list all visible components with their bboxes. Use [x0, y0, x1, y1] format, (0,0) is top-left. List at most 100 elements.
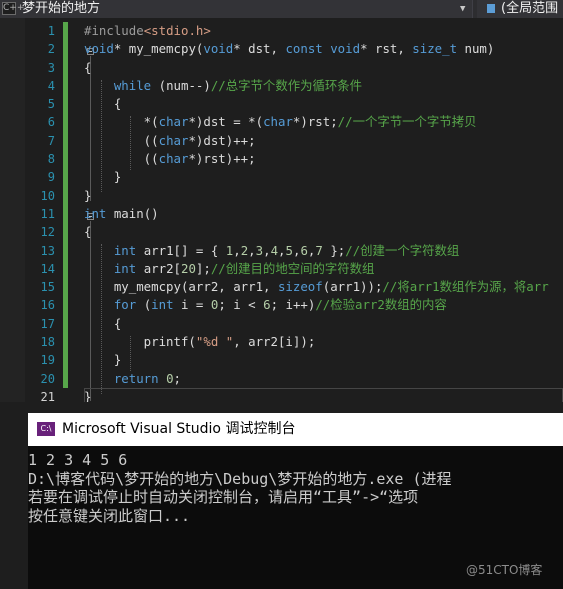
- code-text: my_memcpy(arr2, arr1,: [84, 279, 278, 295]
- global-scope-dropdown[interactable]: (全局范围: [477, 0, 563, 18]
- code-line[interactable]: return 0;: [84, 370, 563, 388]
- keyword-token: void: [203, 41, 234, 57]
- code-line[interactable]: int main(): [84, 205, 563, 223]
- code-text: ;: [173, 370, 182, 386]
- code-area[interactable]: #include<stdio.h> void* my_memcpy(void* d…: [84, 22, 563, 402]
- code-text: main(): [106, 205, 159, 221]
- code-line[interactable]: int arr2[20];//创建目的地空间的字符数组: [84, 260, 563, 278]
- code-line[interactable]: ((char*)dst)++;: [84, 132, 563, 150]
- keyword-token: int: [151, 297, 174, 313]
- comment-token: //检验arr2数组的内容: [315, 297, 447, 313]
- code-line[interactable]: {: [84, 95, 563, 113]
- line-number: 9: [47, 170, 55, 185]
- string-token: <stdio.h>: [143, 23, 211, 38]
- code-editor[interactable]: 1 2 3 4 5 6 7 8 9 10 11 12 13 14 15 16 17 18 19 20 21 #inclu…: [0, 18, 563, 402]
- number-token: 6: [263, 297, 271, 313]
- code-line[interactable]: {: [84, 223, 563, 241]
- code-text: }: [84, 169, 122, 185]
- code-line[interactable]: #include<stdio.h>: [84, 22, 563, 40]
- keyword-token: int: [113, 242, 137, 258]
- line-number: 8: [47, 152, 55, 167]
- code-text: (: [136, 297, 152, 313]
- global-scope-label: (全局范围: [501, 1, 559, 16]
- comment-token: //创建目的地空间的字符数组: [210, 260, 375, 276]
- line-number: 19: [40, 353, 55, 368]
- code-line[interactable]: int arr1[] = { 1,2,3,4,5,6,7 };//创建一个字符数…: [84, 242, 563, 260]
- number-token: 20: [181, 260, 196, 276]
- number-token: 4: [270, 242, 279, 258]
- code-line[interactable]: }: [84, 351, 563, 369]
- keyword-token: sizeof: [277, 279, 323, 295]
- code-text: printf(: [84, 334, 196, 350]
- code-text: ,: [263, 242, 271, 258]
- keyword-token: int: [84, 205, 107, 221]
- line-number: 21: [40, 389, 55, 402]
- keyword-token: while: [113, 77, 152, 93]
- keyword-token: char: [158, 151, 189, 167]
- code-text: arr2[: [136, 260, 181, 276]
- line-number: 15: [40, 280, 55, 295]
- code-line[interactable]: void* my_memcpy(void* dst, const void* r…: [84, 40, 563, 58]
- scope-icon: [487, 4, 495, 13]
- code-text: ];: [195, 260, 211, 276]
- code-line[interactable]: }: [84, 168, 563, 186]
- code-line[interactable]: }: [84, 387, 563, 402]
- chevron-down-icon[interactable]: ▼: [460, 0, 465, 18]
- code-line[interactable]: {: [84, 59, 563, 77]
- code-text: }: [84, 352, 122, 368]
- code-line[interactable]: {: [84, 315, 563, 333]
- code-line[interactable]: my_memcpy(arr2, arr1, sizeof(arr1));//将a…: [84, 278, 563, 296]
- keyword-token: size_t: [412, 41, 458, 57]
- file-scope-title: 梦开始的地方: [22, 1, 101, 16]
- code-text: };: [322, 242, 346, 258]
- code-text: i =: [173, 297, 211, 313]
- code-line[interactable]: }: [84, 187, 563, 205]
- console-app-icon: C:\: [37, 422, 55, 436]
- line-number: 7: [47, 133, 55, 148]
- code-line[interactable]: while (num--)//总字节个数作为循环条件: [84, 77, 563, 95]
- code-text: (num--): [151, 77, 211, 93]
- comment-token: //一个字节一个字节拷贝: [337, 114, 477, 130]
- file-scope-dropdown[interactable]: C++ 梦开始的地方 ▼: [0, 0, 473, 18]
- keyword-token: return: [113, 370, 159, 386]
- code-line[interactable]: ((char*)rst)++;: [84, 150, 563, 168]
- code-text: *)rst;: [292, 114, 338, 130]
- console-output: 1 2 3 4 5 6 D:\博客代码\梦开始的地方\Debug\梦开始的地方.…: [28, 451, 563, 525]
- code-text: }: [84, 388, 92, 402]
- code-text: num): [457, 41, 495, 57]
- code-text: {: [84, 224, 92, 240]
- code-text: ; i <: [218, 297, 264, 313]
- cpp-file-icon: C++: [2, 2, 25, 15]
- number-token: 0: [166, 370, 174, 386]
- keyword-token: void: [84, 41, 114, 57]
- console-output-line: D:\博客代码\梦开始的地方\Debug\梦开始的地方.exe (进程: [28, 469, 452, 488]
- indicator-margin: [0, 18, 25, 402]
- console-output-line: 按任意键关闭此窗口...: [28, 506, 191, 525]
- line-number: 16: [40, 298, 55, 313]
- console-title-bar[interactable]: C:\ Microsoft Visual Studio 调试控制台: [28, 413, 563, 446]
- code-line[interactable]: for (int i = 0; i < 6; i++)//检验arr2数组的内容: [84, 296, 563, 314]
- code-text: *)dst)++;: [188, 132, 256, 148]
- code-text: * dst,: [233, 41, 286, 57]
- keyword-token: const: [285, 41, 323, 57]
- number-token: 6: [300, 242, 308, 258]
- line-number-gutter: 1 2 3 4 5 6 7 8 9 10 11 12 13 14 15 16 17 18 19 20 21: [25, 22, 55, 402]
- line-number: 13: [40, 243, 55, 258]
- code-line[interactable]: printf("%d ", arr2[i]);: [84, 333, 563, 351]
- line-number: 20: [40, 371, 55, 386]
- code-text: {: [84, 96, 122, 112]
- code-text: ; i++): [270, 297, 316, 313]
- comment-token: //将arr1数组作为源，将arr: [382, 279, 549, 295]
- code-text: ((: [84, 132, 159, 148]
- code-line[interactable]: *(char*)dst = *(char*)rst;//一个字节一个字节拷贝: [84, 113, 563, 131]
- line-number: 11: [40, 206, 55, 221]
- line-number: 17: [40, 316, 55, 331]
- code-text: }: [84, 187, 92, 203]
- line-number: 12: [40, 225, 55, 240]
- code-text: arr1[] = {: [136, 242, 226, 258]
- code-text: ((: [84, 151, 159, 167]
